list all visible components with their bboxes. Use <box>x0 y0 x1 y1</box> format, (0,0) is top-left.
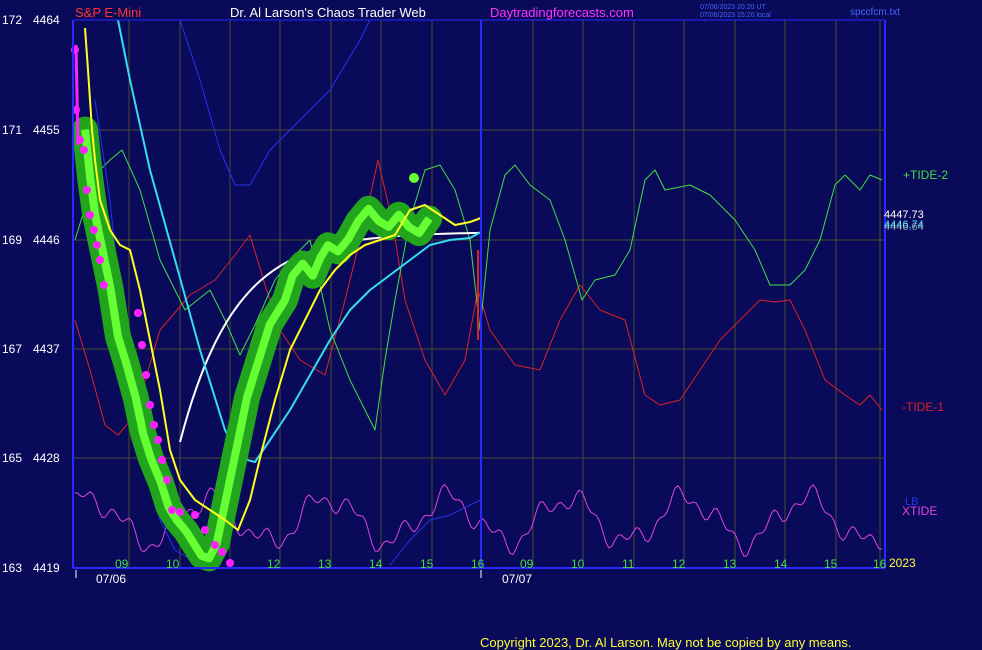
x-tick-11: 12 <box>672 557 686 571</box>
timestamp-local: 07/06/2023 15:20 local <box>700 12 771 19</box>
y-tick-inner-3: 4437 <box>33 342 60 356</box>
y-tick-outer-5: 163 <box>2 561 22 575</box>
copyright: Copyright 2023, Dr. Al Larson. May not b… <box>480 635 851 650</box>
site-link[interactable]: Daytradingforecasts.com <box>490 5 634 20</box>
magenta-mark-7 <box>93 241 101 249</box>
x-tick-0: 09 <box>115 557 129 571</box>
y-tick-inner-0: 4464 <box>33 13 60 27</box>
magenta-mark-20 <box>191 511 199 519</box>
x-tick-14: 15 <box>824 557 838 571</box>
date-label-1: 07/06 <box>96 572 126 586</box>
y-tick-outer-3: 167 <box>2 342 22 356</box>
y-tick-inner-4: 4428 <box>33 451 60 465</box>
magenta-mark-15 <box>154 436 162 444</box>
right-value-3: 4446.64 <box>884 221 924 233</box>
magenta-mark-18 <box>168 506 176 514</box>
magenta-mark-10 <box>134 309 142 317</box>
magenta-mark-22 <box>211 541 219 549</box>
magenta-mark-9 <box>100 281 108 289</box>
x-tick-5: 14 <box>369 557 383 571</box>
magenta-mark-5 <box>86 211 94 219</box>
x-tick-6: 15 <box>420 557 434 571</box>
legend-tide2: +TIDE-2 <box>903 168 948 182</box>
timestamp-utc: 07/06/2023 20:20 UT <box>700 4 766 11</box>
x-tick-4: 13 <box>318 557 332 571</box>
magenta-mark-13 <box>146 401 154 409</box>
x-tick-15: 16 <box>873 557 887 571</box>
magenta-mark-11 <box>138 341 146 349</box>
magenta-mark-21 <box>201 526 209 534</box>
y-tick-outer-0: 172 <box>2 13 22 27</box>
magenta-mark-23 <box>218 548 226 556</box>
y-tick-inner-1: 4455 <box>33 123 60 137</box>
magenta-mark-6 <box>90 226 98 234</box>
y-tick-outer-1: 171 <box>2 123 22 137</box>
instrument-label: S&P E-Mini <box>75 5 141 20</box>
year-label: 2023 <box>889 556 916 570</box>
x-tick-3: 12 <box>267 557 281 571</box>
chart: 172 171 169 167 165 163 4464 4455 4446 4437 4428 44… <box>2 4 948 650</box>
magenta-mark-19 <box>176 508 184 516</box>
magenta-mark-12 <box>142 371 150 379</box>
magenta-mark-4 <box>83 186 91 194</box>
x-tick-10: 11 <box>622 557 635 571</box>
chart-title: Dr. Al Larson's Chaos Trader Web <box>230 5 426 20</box>
magenta-mark-24 <box>226 559 234 567</box>
x-tick-7: 16 <box>471 557 485 571</box>
magenta-mark-17 <box>163 476 171 484</box>
date-label-2: 07/07 <box>502 572 532 586</box>
legend-tide1: -TIDE-1 <box>902 400 944 414</box>
magenta-mark-3 <box>80 146 88 154</box>
data-filename: spccfcm.txt <box>850 7 900 18</box>
x-tick-8: 09 <box>520 557 534 571</box>
legend-xtide: XTIDE <box>902 504 937 518</box>
magenta-start-bar <box>74 44 80 146</box>
magenta-mark-14 <box>150 421 158 429</box>
y-tick-inner-2: 4446 <box>33 233 60 247</box>
price-peak-marker <box>409 173 419 183</box>
x-tick-1: 10 <box>166 557 180 571</box>
magenta-mark-8 <box>96 256 104 264</box>
y-tick-outer-2: 169 <box>2 233 22 247</box>
x-tick-13: 14 <box>774 557 788 571</box>
x-tick-9: 10 <box>571 557 585 571</box>
x-tick-12: 13 <box>723 557 737 571</box>
y-tick-outer-4: 165 <box>2 451 22 465</box>
y-tick-inner-5: 4419 <box>33 561 60 575</box>
magenta-mark-16 <box>158 456 166 464</box>
